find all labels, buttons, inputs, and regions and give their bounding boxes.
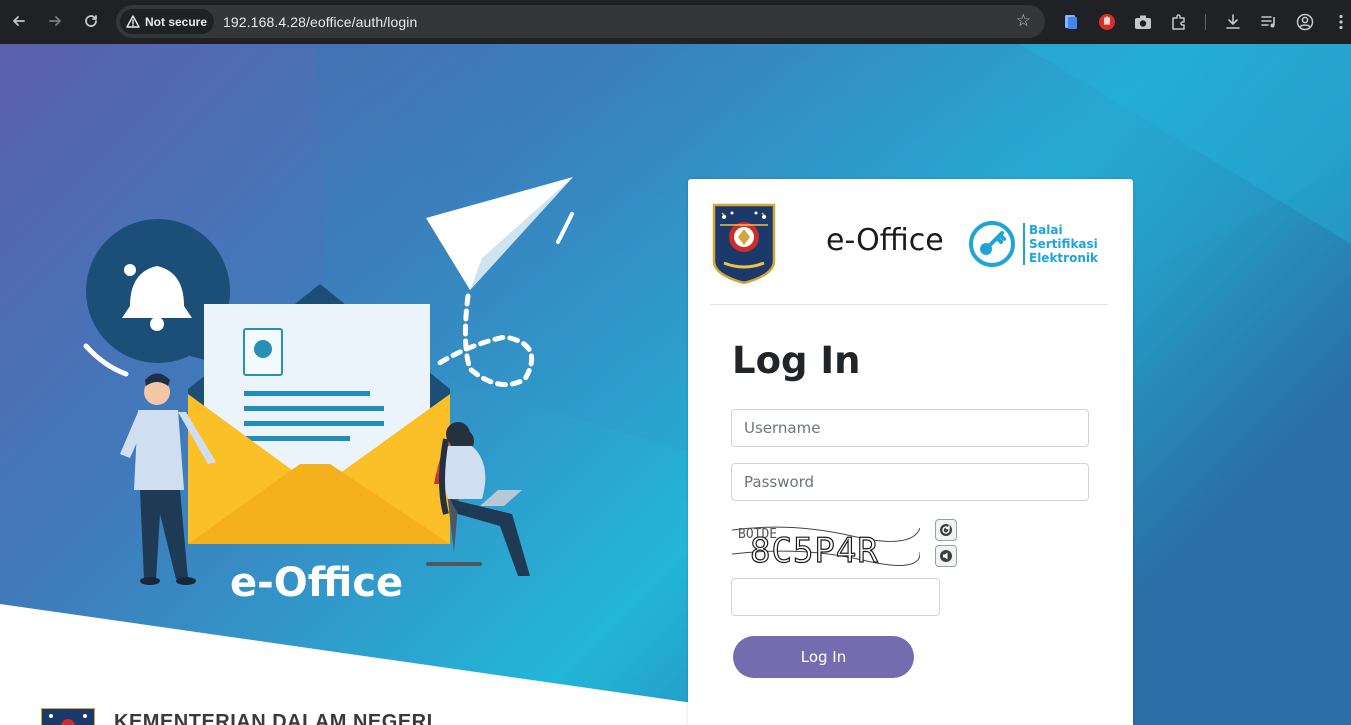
username-input[interactable]: [731, 409, 1089, 447]
profile-icon[interactable]: [1291, 8, 1319, 36]
address-bar[interactable]: Not secure 192.168.4.28/eoffice/auth/log…: [116, 5, 1045, 38]
hero-brand-text: e-Office: [230, 560, 403, 606]
bse-key-icon: [969, 221, 1015, 267]
back-icon[interactable]: [5, 7, 33, 35]
reload-icon[interactable]: [77, 7, 105, 35]
audio-icon: [940, 550, 952, 562]
download-icon[interactable]: [1219, 8, 1247, 36]
captcha-image: BOTDE 8C5P4R: [732, 516, 920, 568]
bse-line-1: Balai: [1029, 223, 1063, 237]
browser-toolbar: Not secure 192.168.4.28/eoffice/auth/log…: [0, 0, 1351, 44]
media-queue-icon[interactable]: [1255, 8, 1283, 36]
login-title: Log In: [732, 339, 861, 382]
bse-line-2: Sertifikasi: [1029, 237, 1098, 251]
extensions-puzzle-icon[interactable]: [1165, 8, 1193, 36]
login-button[interactable]: Log In: [733, 636, 914, 678]
toolbar-separator: [1205, 14, 1206, 30]
screenshot-icon[interactable]: [1129, 8, 1157, 36]
security-chip[interactable]: Not secure: [120, 9, 215, 34]
bookmark-star-icon[interactable]: ☆: [1016, 11, 1031, 31]
login-card: e-Office Balai Sertifikasi Elektronik Lo…: [688, 179, 1133, 725]
app-name: e-Office: [826, 223, 944, 258]
captcha-refresh-button[interactable]: [935, 519, 957, 541]
refresh-icon: [940, 524, 952, 536]
captcha-audio-button[interactable]: [935, 545, 957, 567]
login-page: e-Office e-Office Balai Sertifikasi Elek…: [0, 44, 1351, 725]
url-text[interactable]: 192.168.4.28/eoffice/auth/login: [223, 14, 417, 30]
bse-line-3: Elektronik: [1029, 251, 1098, 265]
forward-icon[interactable]: [41, 7, 69, 35]
extension-adblock-icon[interactable]: [1093, 8, 1121, 36]
card-header: e-Office Balai Sertifikasi Elektronik: [710, 201, 1108, 305]
security-label: Not secure: [145, 14, 208, 29]
bse-logo: Balai Sertifikasi Elektronik: [969, 221, 1098, 267]
footer-logo: [41, 708, 95, 725]
password-input[interactable]: [731, 463, 1089, 501]
kemendagri-logo: [712, 203, 776, 285]
footer-brand: KEMENTERIAN DALAM NEGERI: [41, 708, 433, 725]
captcha-text: 8C5P4R: [750, 531, 879, 568]
extension-doc-icon[interactable]: [1057, 8, 1085, 36]
captcha-input[interactable]: [731, 578, 940, 616]
ministry-name: KEMENTERIAN DALAM NEGERI: [114, 710, 433, 725]
bse-text: Balai Sertifikasi Elektronik: [1023, 223, 1098, 265]
envelope-illustration: [188, 284, 450, 544]
warning-icon: [126, 15, 140, 28]
hero-background: e-Office: [0, 44, 1351, 725]
menu-dots-icon[interactable]: [1327, 8, 1351, 36]
